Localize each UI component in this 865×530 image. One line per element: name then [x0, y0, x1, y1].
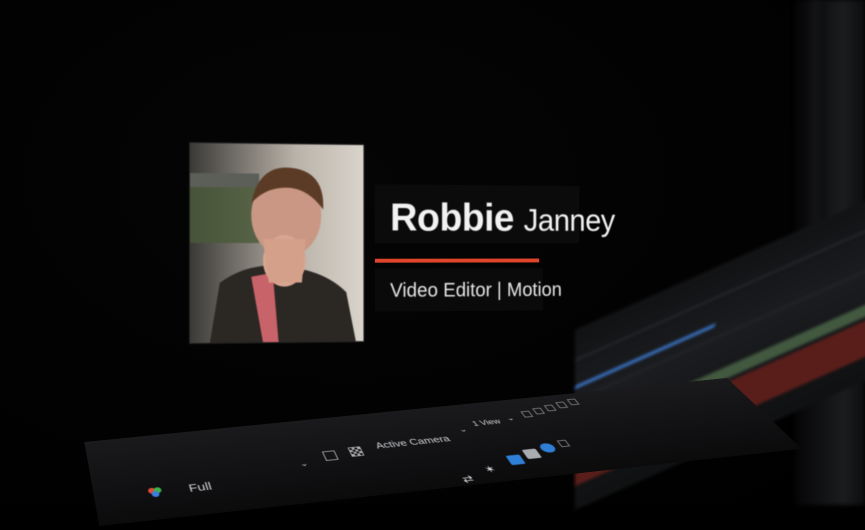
- lower-third: Robbie Janney Video Editor | Motion: [190, 143, 615, 353]
- resolution-dropdown[interactable]: Full: [187, 480, 213, 494]
- color-wheel-icon[interactable]: [146, 485, 164, 498]
- lower-third-name: Robbie Janney: [390, 196, 615, 240]
- first-name: Robbie: [390, 196, 514, 240]
- webcam-portrait: [190, 143, 364, 343]
- lower-third-subtitle: Video Editor | Motion: [390, 279, 562, 302]
- last-name: Janney: [523, 202, 615, 238]
- webcam-image: [190, 143, 364, 343]
- accent-rule: [374, 258, 540, 263]
